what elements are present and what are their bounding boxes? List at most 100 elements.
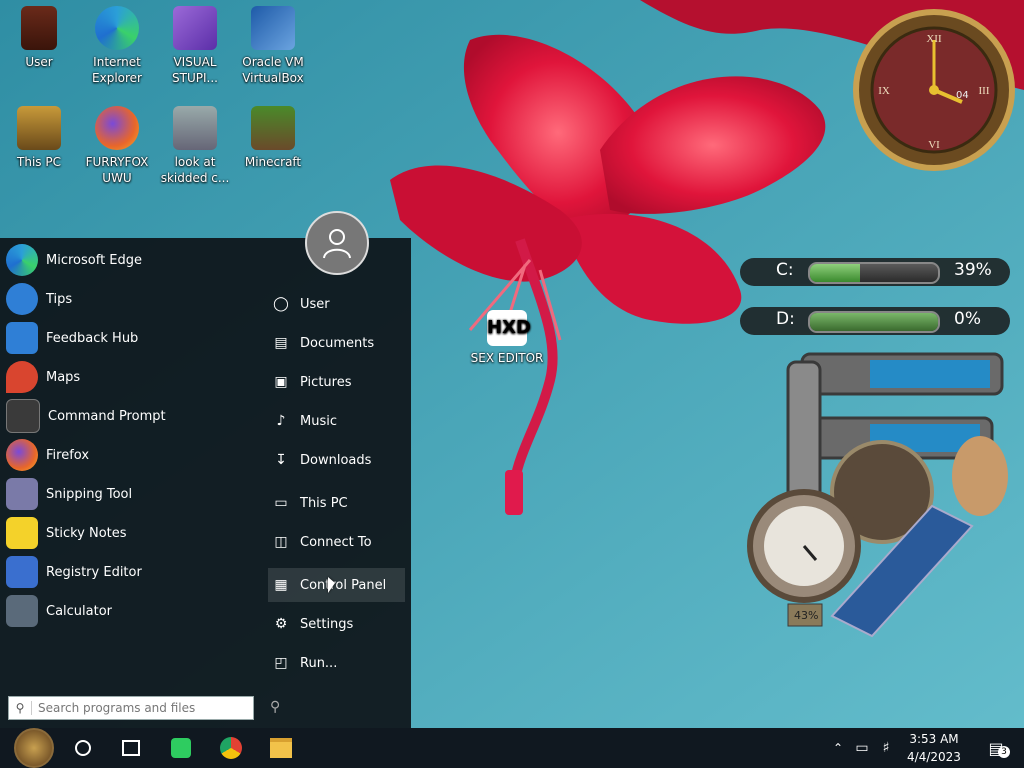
desktop-icon-visual-studio[interactable]: VISUAL STUPI... bbox=[156, 6, 234, 86]
place-downloads[interactable]: ↧ Downloads bbox=[268, 443, 405, 477]
search-button-icon[interactable]: ⚲ bbox=[270, 699, 280, 715]
place-settings[interactable]: ⚙ Settings bbox=[268, 607, 405, 641]
drive-d-bar bbox=[808, 311, 940, 333]
drive-d-label: D: bbox=[776, 309, 795, 329]
start-app-command-prompt[interactable]: Command Prompt bbox=[6, 399, 166, 433]
desktop-icon-skidded[interactable]: look at skidded c... bbox=[156, 106, 234, 186]
edge-icon bbox=[95, 6, 139, 50]
start-app-snipping-tool[interactable]: Snipping Tool bbox=[6, 477, 132, 511]
drive-c-bar bbox=[808, 262, 940, 284]
drive-c-meter[interactable]: C: 39% bbox=[740, 254, 1010, 290]
desktop-icon-virtualbox[interactable]: Oracle VM VirtualBox bbox=[234, 6, 312, 86]
desktop-icon-this-pc[interactable]: This PC bbox=[0, 106, 78, 170]
svg-text:IX: IX bbox=[878, 85, 890, 97]
desktop-icon-furryfox[interactable]: FURRYFOX UWU bbox=[78, 106, 156, 186]
taskbar-file-explorer[interactable] bbox=[262, 728, 300, 768]
notification-count: 3 bbox=[998, 746, 1010, 758]
cmd-icon bbox=[6, 399, 40, 433]
connect-icon: ◫ bbox=[274, 534, 288, 550]
search-placeholder: Search programs and files bbox=[38, 701, 196, 715]
hxd-icon: HXD bbox=[487, 310, 531, 346]
map-pin-icon bbox=[6, 361, 38, 393]
visual-studio-icon bbox=[173, 6, 217, 50]
run-icon: ◰ bbox=[274, 655, 288, 671]
music-note-icon: ♪ bbox=[276, 413, 286, 429]
firefox-icon bbox=[95, 106, 139, 150]
clock-gadget[interactable]: XII III VI IX 04 bbox=[852, 6, 1020, 174]
steampunk-pipes-icon bbox=[747, 352, 1008, 638]
desktop-icon-hxd[interactable]: HXD SEX EDITOR bbox=[468, 310, 546, 366]
clock-face-icon: XIIIII VIIX bbox=[853, 9, 1015, 171]
network-icon[interactable]: ▭ bbox=[850, 728, 874, 768]
firefox-icon bbox=[6, 439, 38, 471]
start-button[interactable] bbox=[8, 728, 60, 768]
place-connect-to[interactable]: ◫ Connect To bbox=[268, 525, 405, 559]
mouse-cursor bbox=[328, 577, 335, 593]
picture-icon: ▣ bbox=[274, 374, 288, 390]
gauge-reading: 43% bbox=[794, 609, 819, 622]
desktop-icon-minecraft[interactable]: Minecraft bbox=[234, 106, 312, 170]
drive-d-percent: 0% bbox=[954, 309, 981, 329]
desktop-icon-internet-explorer[interactable]: Internet Explorer bbox=[78, 6, 156, 86]
user-icon: ◯ bbox=[273, 296, 289, 312]
steampunk-start-orb-icon bbox=[14, 728, 54, 768]
place-this-pc[interactable]: ▭ This PC bbox=[268, 486, 405, 520]
taskbar-date: 4/4/2023 bbox=[907, 750, 961, 764]
drive-c-percent: 39% bbox=[954, 260, 992, 280]
cortana-circle-icon bbox=[75, 740, 91, 756]
volume-muted-icon[interactable]: ♯ bbox=[874, 728, 898, 768]
calculator-icon bbox=[6, 595, 38, 627]
clock-date: 04 bbox=[956, 90, 969, 101]
sticky-note-icon bbox=[6, 517, 38, 549]
action-center-button[interactable]: ▤ 3 bbox=[978, 728, 1014, 768]
start-search-box[interactable]: ⚲ Search programs and files bbox=[8, 696, 254, 720]
search-icon: ⚲ bbox=[9, 701, 32, 715]
drive-d-meter[interactable]: D: 0% bbox=[740, 303, 1010, 339]
pipe-gauge-gadget[interactable]: 43% bbox=[742, 346, 1012, 646]
minecraft-icon bbox=[251, 106, 295, 150]
place-run[interactable]: ◰ Run... bbox=[268, 646, 405, 680]
place-music[interactable]: ♪ Music bbox=[268, 404, 405, 438]
place-user[interactable]: ◯ User bbox=[268, 287, 405, 321]
task-view-button[interactable] bbox=[114, 728, 148, 768]
document-icon: ▤ bbox=[274, 335, 288, 351]
scissors-icon bbox=[6, 478, 38, 510]
download-icon: ↧ bbox=[275, 452, 287, 468]
cortana-button[interactable] bbox=[66, 728, 100, 768]
user-silhouette-icon bbox=[323, 229, 351, 259]
taskbar-chrome[interactable] bbox=[212, 728, 250, 768]
taskbar-time: 3:53 AM bbox=[909, 732, 959, 746]
control-panel-icon: ▦ bbox=[274, 577, 288, 593]
start-app-microsoft-edge[interactable]: Microsoft Edge bbox=[6, 243, 142, 277]
user-folder-icon bbox=[21, 6, 57, 50]
clock-area[interactable]: 3:53 AM 4/4/2023 bbox=[898, 728, 970, 768]
place-control-panel[interactable]: ▦ Control Panel bbox=[268, 568, 405, 602]
start-app-firefox[interactable]: Firefox bbox=[6, 438, 89, 472]
this-pc-icon bbox=[17, 106, 61, 150]
desktop-icon-user[interactable]: User bbox=[0, 6, 78, 70]
virtualbox-icon bbox=[251, 6, 295, 50]
monitor-icon: ▭ bbox=[274, 495, 288, 511]
registry-icon bbox=[6, 556, 38, 588]
place-documents[interactable]: ▤ Documents bbox=[268, 326, 405, 360]
start-app-feedback-hub[interactable]: Feedback Hub bbox=[6, 321, 138, 355]
taskbar-notes-app[interactable] bbox=[164, 728, 198, 768]
chrome-icon bbox=[220, 737, 242, 759]
start-app-registry-editor[interactable]: Registry Editor bbox=[6, 555, 142, 589]
folder-icon bbox=[270, 738, 292, 758]
start-app-tips[interactable]: Tips bbox=[6, 282, 72, 316]
gear-icon: ⚙ bbox=[274, 616, 288, 632]
drive-d-fill bbox=[810, 313, 938, 331]
task-view-icon bbox=[122, 740, 140, 756]
lightbulb-icon bbox=[6, 283, 38, 315]
svg-text:VI: VI bbox=[928, 139, 940, 151]
taskbar: ⌃ ▭ ♯ 3:53 AM 4/4/2023 ▤ 3 bbox=[0, 728, 1024, 768]
drive-c-label: C: bbox=[776, 260, 794, 280]
start-app-calculator[interactable]: Calculator bbox=[6, 594, 112, 628]
start-app-sticky-notes[interactable]: Sticky Notes bbox=[6, 516, 127, 550]
user-avatar[interactable] bbox=[305, 211, 369, 275]
place-pictures[interactable]: ▣ Pictures bbox=[268, 365, 405, 399]
start-app-maps[interactable]: Maps bbox=[6, 360, 80, 394]
show-hidden-icons-button[interactable]: ⌃ bbox=[828, 728, 848, 768]
feedback-icon bbox=[6, 322, 38, 354]
